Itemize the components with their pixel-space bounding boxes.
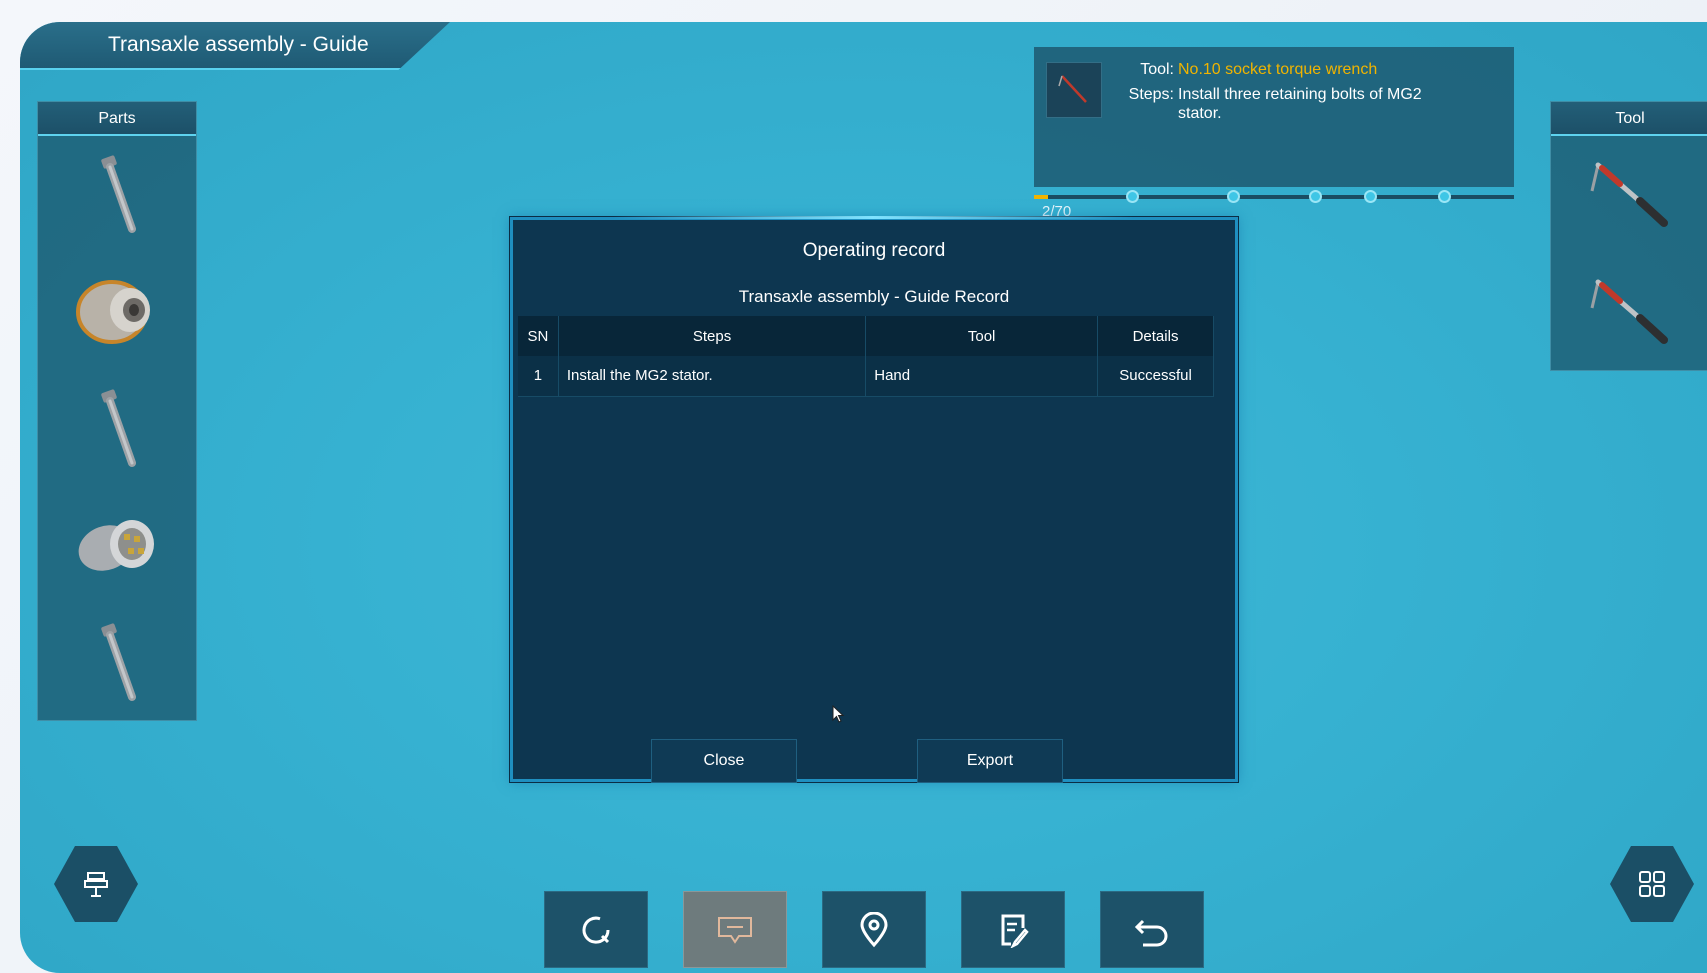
reset-button[interactable]: [544, 891, 648, 968]
part-item-bolt[interactable]: [38, 136, 196, 253]
rotor-icon: [78, 519, 154, 571]
grid-icon: [1639, 871, 1665, 897]
undo-icon: [1134, 919, 1168, 946]
location-button[interactable]: [822, 891, 926, 968]
parts-panel-header: Parts: [38, 102, 196, 136]
export-button[interactable]: Export: [917, 739, 1063, 783]
bolt-icon: [101, 154, 136, 233]
component-icon: [84, 872, 108, 897]
column-header-tool: Tool: [865, 316, 1099, 356]
part-item-stator[interactable]: [38, 253, 196, 370]
undo-button[interactable]: [1100, 891, 1204, 968]
dialog-glow: [613, 216, 1133, 219]
window-title: Transaxle assembly - Guide: [108, 33, 369, 56]
operating-record-table: SN Steps Tool Details 1 Install the MG2 …: [518, 316, 1214, 397]
parts-panel: Parts: [37, 101, 197, 721]
part-item-rotor[interactable]: [38, 487, 196, 604]
cell-tool: Hand: [865, 356, 1099, 397]
column-header-sn: SN: [518, 316, 559, 356]
table-row: 1 Install the MG2 stator. Hand Successfu…: [518, 356, 1214, 397]
guide-progress-bar: [1034, 190, 1514, 203]
cell-sn: 1: [518, 356, 559, 397]
close-button[interactable]: Close: [651, 739, 797, 783]
guide-steps-label: Steps:: [1128, 86, 1174, 103]
tool-item-torque-wrench[interactable]: [1551, 253, 1707, 370]
comment-icon: [718, 916, 752, 944]
column-header-steps: Steps: [558, 316, 867, 356]
guide-progress-fill: [1034, 195, 1048, 199]
torque-wrench-icon: [1590, 162, 1668, 227]
comment-button[interactable]: [683, 891, 787, 968]
part-item-bolt[interactable]: [38, 604, 196, 721]
step-guide-card: Tool: No.10 socket torque wrench Steps: …: [1034, 47, 1514, 220]
part-item-bolt[interactable]: [38, 370, 196, 487]
torque-wrench-icon: [1058, 75, 1087, 103]
bolt-icon: [101, 622, 136, 701]
tool-item-torque-wrench[interactable]: [1551, 136, 1707, 253]
step-marker[interactable]: [1227, 190, 1240, 203]
operating-record-dialog: Operating record Transaxle assembly - Gu…: [510, 216, 1238, 783]
guide-tool-label: Tool:: [1140, 61, 1174, 78]
torque-wrench-icon: [1590, 279, 1668, 344]
step-marker[interactable]: [1309, 190, 1322, 203]
tool-panel: Tool: [1550, 101, 1707, 371]
scene-viewport[interactable]: Transaxle assembly - Guide Parts Tool To…: [20, 22, 1707, 973]
dialog-title: Operating record: [802, 240, 946, 261]
cell-steps: Install the MG2 stator.: [558, 356, 867, 397]
step-marker[interactable]: [1126, 190, 1139, 203]
guide-tool-thumbnail: [1046, 62, 1102, 118]
table-header-row: SN Steps Tool Details: [518, 316, 1214, 356]
window-title-tab: Transaxle assembly - Guide: [20, 22, 450, 70]
tool-panel-header: Tool: [1551, 102, 1707, 136]
stator-icon: [76, 279, 150, 344]
bolt-icon: [101, 388, 136, 467]
record-edit-icon: [1001, 914, 1029, 948]
parts-explode-button[interactable]: [54, 846, 138, 922]
step-marker[interactable]: [1364, 190, 1377, 203]
location-pin-icon: [860, 911, 888, 947]
menu-grid-button[interactable]: [1610, 846, 1694, 922]
column-header-details: Details: [1097, 316, 1214, 356]
guide-steps-value-line2: stator.: [1178, 105, 1222, 122]
record-button[interactable]: [961, 891, 1065, 968]
step-marker[interactable]: [1438, 190, 1451, 203]
guide-tool-value: No.10 socket torque wrench: [1178, 61, 1378, 78]
cell-details: Successful: [1097, 356, 1214, 397]
mouse-cursor-icon: [832, 705, 845, 723]
dialog-subtitle: Transaxle assembly - Guide Record: [738, 287, 1010, 306]
reset-icon: [582, 916, 610, 944]
guide-steps-value: Install three retaining bolts of MG2: [1178, 86, 1422, 103]
